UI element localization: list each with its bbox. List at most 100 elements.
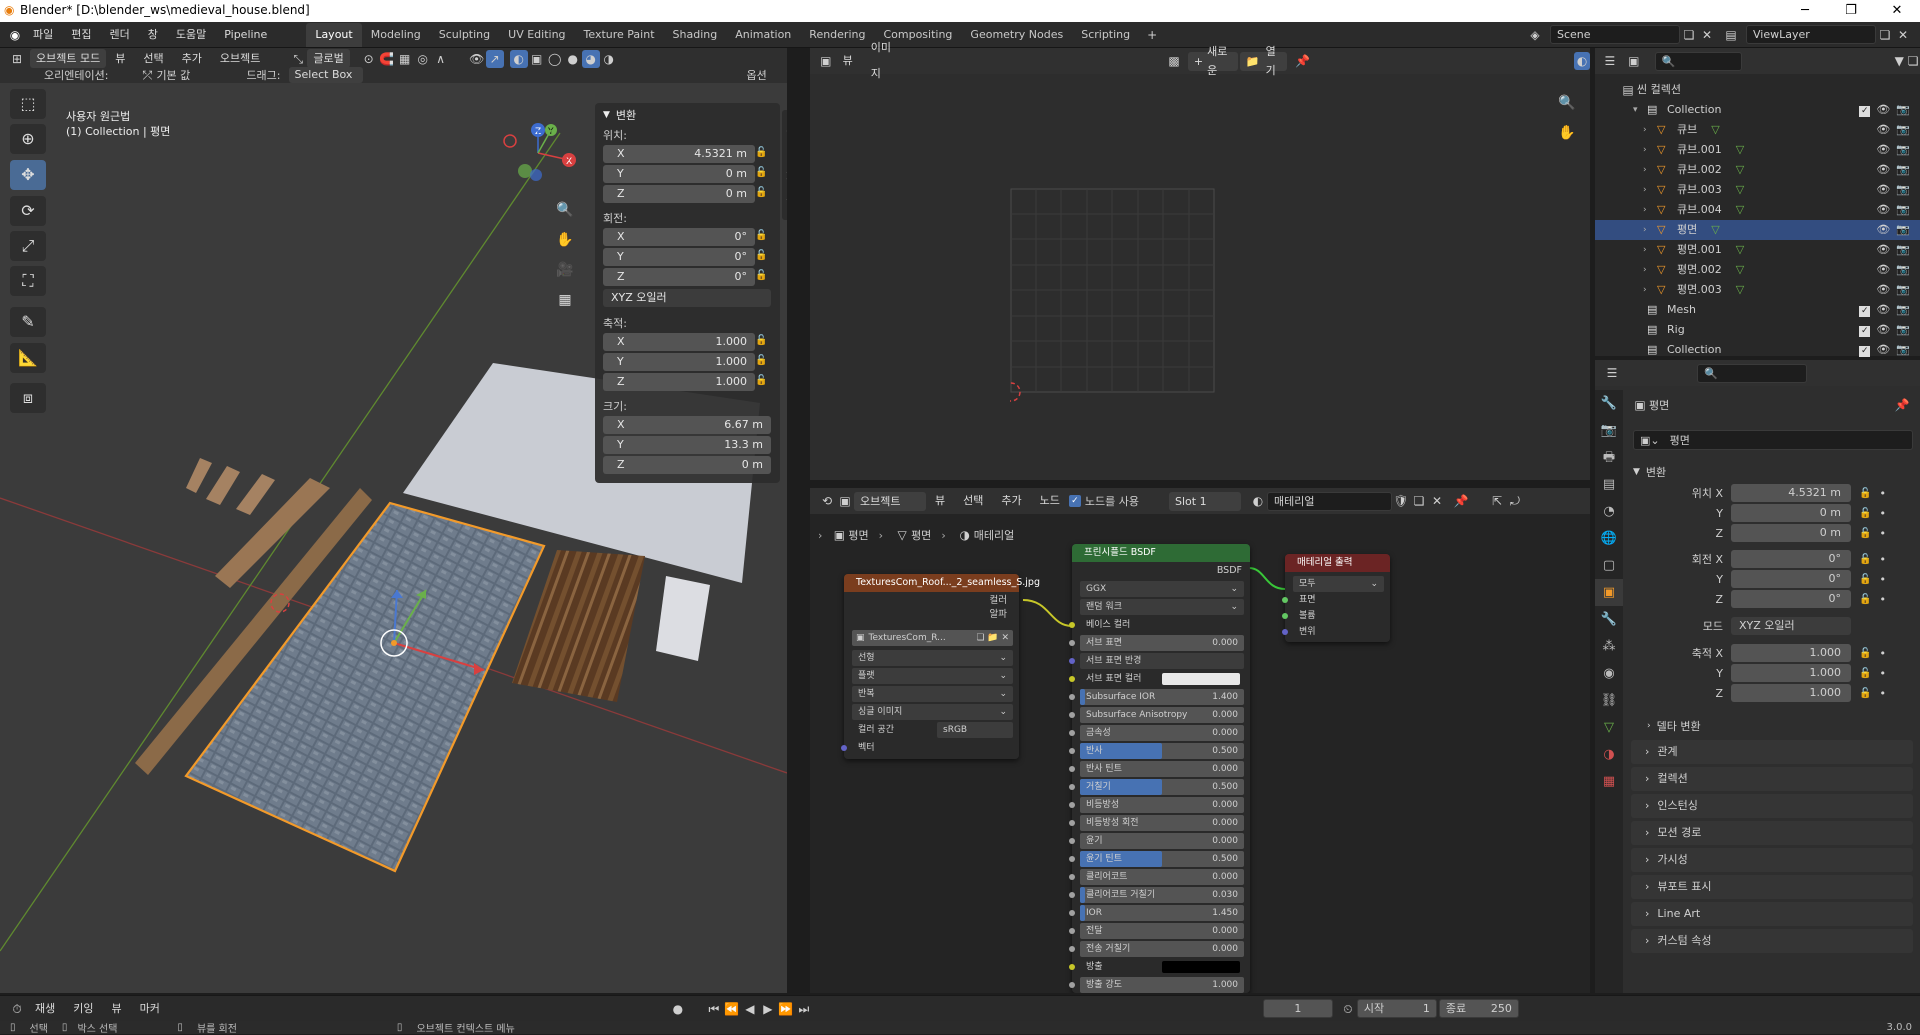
rot-field[interactable]: 0° [1731, 550, 1851, 568]
use-nodes-checkbox[interactable]: ✓ [1068, 495, 1081, 507]
keyframe-dot-icon[interactable]: • [1879, 553, 1886, 566]
lock-icon[interactable]: 🔓 [755, 335, 767, 346]
falloff-icon[interactable]: ∧ [432, 50, 450, 68]
image-editor[interactable]: ▣ 뷰 이미지 ▩ + 새로운 📁 열기 📌 ◐ 🔍 ✋ [810, 41, 1590, 480]
scale-z-field[interactable]: Z 1.000 [603, 373, 755, 391]
image-browse-icon[interactable]: ▩ [1166, 52, 1182, 70]
outliner-item[interactable]: › ▽ 평면.003 ▽ 👁 📷 [1595, 280, 1920, 300]
dimensions-y-field[interactable]: Y 13.3 m [603, 436, 771, 454]
colorspace-dropdown[interactable]: sRGB [937, 722, 1013, 738]
bsdf-input-row[interactable]: 서브 표면 0.000 [1069, 635, 1244, 651]
bsdf-input-row[interactable]: 금속성 0.000 [1069, 725, 1244, 741]
tab-workspace[interactable]: Animation [726, 23, 800, 47]
extension-dropdown[interactable]: 반복 ⌄ [852, 686, 1013, 702]
bsdf-input-row[interactable]: 반사 틴트 0.000 [1069, 761, 1244, 777]
timeline-editor-icon[interactable]: ⏱ [8, 1000, 26, 1018]
lock-icon[interactable]: 🔓 [1859, 528, 1871, 539]
bsdf-input-row[interactable]: 서브 표면 컬러 [1069, 671, 1244, 687]
eye-icon[interactable]: 👁 [1876, 223, 1890, 236]
overlay-icon[interactable]: ◐ [509, 49, 528, 68]
physics-tab-icon[interactable]: ◉ [1595, 660, 1623, 687]
bsdf-input-row[interactable]: Subsurface Anisotropy 0.000 [1069, 707, 1244, 723]
gizmo-icon[interactable]: ↗ [485, 49, 504, 68]
node-menu-add[interactable]: 추가 [992, 488, 1030, 514]
slot-dropdown[interactable]: Slot 1 [1168, 491, 1241, 511]
node-menu-view[interactable]: 뷰 [926, 488, 954, 514]
jump-start-icon[interactable]: ⏮ [705, 1000, 723, 1018]
bsdf-input-row[interactable]: IOR 1.450 [1069, 905, 1244, 921]
tool-tab-icon[interactable]: 🔧 [1595, 390, 1623, 417]
rendered-shading-icon[interactable]: ◑ [600, 50, 618, 68]
render-camera-icon[interactable]: 📷 [1896, 163, 1910, 176]
lock-icon[interactable]: 🔓 [755, 270, 767, 281]
transform-panel-header[interactable]: ▼ 변환 [1633, 461, 1913, 483]
bsdf-input-row[interactable]: Subsurface IOR 1.400 [1069, 689, 1244, 705]
distribution-dropdown[interactable]: GGX ⌄ [1080, 581, 1244, 597]
current-frame-field[interactable]: 1 [1262, 999, 1333, 1018]
render-camera-icon[interactable]: 📷 [1896, 123, 1910, 136]
tab-workspace[interactable]: Modeling [362, 23, 430, 47]
visibility-icon[interactable]: 👁 [468, 50, 486, 68]
scene-tab-icon[interactable]: ◔ [1595, 498, 1623, 525]
rotation-mode-dropdown[interactable]: XYZ 오일러 [1731, 617, 1851, 635]
location-y-field[interactable]: Y 0 m [603, 165, 755, 183]
menu-object[interactable]: 오브젝트 [211, 50, 269, 67]
transform-tool[interactable]: ⛶ [10, 266, 46, 296]
material-output-node[interactable]: 매테리얼 출력 모두 ⌄ 표면 볼륨 변위 [1282, 554, 1390, 642]
timeline-marker-menu[interactable]: 마커 [131, 996, 169, 1022]
timeline-keying-menu[interactable]: 키잉 [64, 996, 102, 1022]
modifier-tab-icon[interactable]: 🔧 [1595, 606, 1623, 633]
loc-field[interactable]: 4.5321 m [1731, 484, 1851, 502]
bsdf-input-row[interactable]: 방출 강도 1.000 [1069, 977, 1244, 993]
render-camera-icon[interactable]: 📷 [1896, 183, 1910, 196]
rotation-y-field[interactable]: Y 0° [603, 248, 755, 266]
render-camera-icon[interactable]: 📷 [1896, 203, 1910, 216]
new-image-button[interactable]: + 새로운 [1187, 45, 1238, 77]
image-overlay-icon[interactable]: ◐ [1574, 52, 1590, 70]
viewlayer-selector[interactable]: ▤ ViewLayer ❏ ✕ [1722, 25, 1912, 44]
eye-icon[interactable]: 👁 [1876, 323, 1890, 336]
eye-icon[interactable]: 👁 [1876, 123, 1890, 136]
source-dropdown[interactable]: 싱글 이미지 ⌄ [852, 704, 1013, 720]
properties-section[interactable]: › 인스턴싱 [1631, 794, 1913, 818]
lock-icon[interactable]: 🔓 [755, 230, 767, 241]
scene-selector[interactable]: ◈ Scene ❏ ✕ [1526, 25, 1716, 44]
add-workspace-icon[interactable]: + [1143, 26, 1161, 44]
properties-section[interactable]: › 모션 경로 [1631, 821, 1913, 845]
delete-viewlayer-icon[interactable]: ✕ [1894, 26, 1912, 44]
menu-item[interactable]: 도움말 [167, 22, 215, 48]
duplicate-material-icon[interactable]: ❏ [1410, 492, 1428, 510]
lock-icon[interactable]: 🔓 [755, 167, 767, 178]
open-image-button[interactable]: 📁 열기 [1239, 45, 1287, 77]
image-texture-node[interactable]: TexturesCom_Roof..._2_seamless_S.jpg 컬러 … [841, 574, 1040, 759]
keyframe-dot-icon[interactable]: • [1879, 573, 1886, 586]
dimensions-x-field[interactable]: X 6.67 m [603, 416, 771, 434]
delete-scene-icon[interactable]: ✕ [1698, 26, 1716, 44]
exclude-checkbox[interactable]: ✓ [1859, 106, 1871, 117]
properties-section[interactable]: › 가시성 [1631, 848, 1913, 872]
outliner-editor-icon[interactable]: ☰ [1603, 52, 1617, 70]
menu-item[interactable]: 창 [139, 22, 167, 48]
keyframe-dot-icon[interactable]: • [1879, 687, 1886, 700]
node-editor-canvas[interactable]: › ▣ 평면 › ▽ 평면 › ◑ 매테리얼 TexturesCom_Roof.… [810, 514, 1590, 993]
properties-section[interactable]: › 뷰포트 표시 [1631, 875, 1913, 899]
play-reverse-icon[interactable]: ◀ [741, 1000, 759, 1018]
image-menu-view[interactable]: 뷰 [834, 48, 862, 74]
lock-icon[interactable]: 🔓 [1859, 668, 1871, 679]
material-browse-icon[interactable]: ◐ [1249, 492, 1267, 510]
new-collection-icon[interactable]: ❏ [1906, 52, 1920, 70]
lock-icon[interactable]: 🔓 [755, 355, 767, 366]
properties-editor[interactable]: ☰ 🔍 🔧 📷 🖶 ▤ ◔ 🌐 ▢ ▣ 🔧 ⁂ ◉ ⛓ ▽ ◑ ▦ ▣ 평면 📌… [1595, 360, 1920, 993]
properties-search-input[interactable]: 🔍 [1697, 363, 1807, 383]
outliner[interactable]: ☰ ▣ 🔍 ▼ ❏ ▤ 씬 컬렉션 ▾ ▤ Collection ✓ 👁 📷 › ▽ 큐브 ▽ 👁 📷… [1595, 48, 1920, 357]
data-tab-icon[interactable]: ▽ [1595, 714, 1623, 741]
properties-section[interactable]: › 컬렉션 [1631, 767, 1913, 791]
out-alpha-socket[interactable]: 알파 [844, 608, 1007, 622]
eye-icon[interactable]: 👁 [1876, 263, 1890, 276]
delta-transform-section[interactable]: › 델타 변환 [1633, 715, 1913, 737]
material-shading-icon[interactable]: ◕ [581, 49, 600, 68]
cursor-tool[interactable]: ⊕ [10, 124, 46, 154]
outliner-item[interactable]: › ▽ 평면.001 ▽ 👁 📷 [1595, 240, 1920, 260]
eye-icon[interactable]: 👁 [1876, 203, 1890, 216]
expand-arrow-icon[interactable]: › [1643, 240, 1657, 260]
